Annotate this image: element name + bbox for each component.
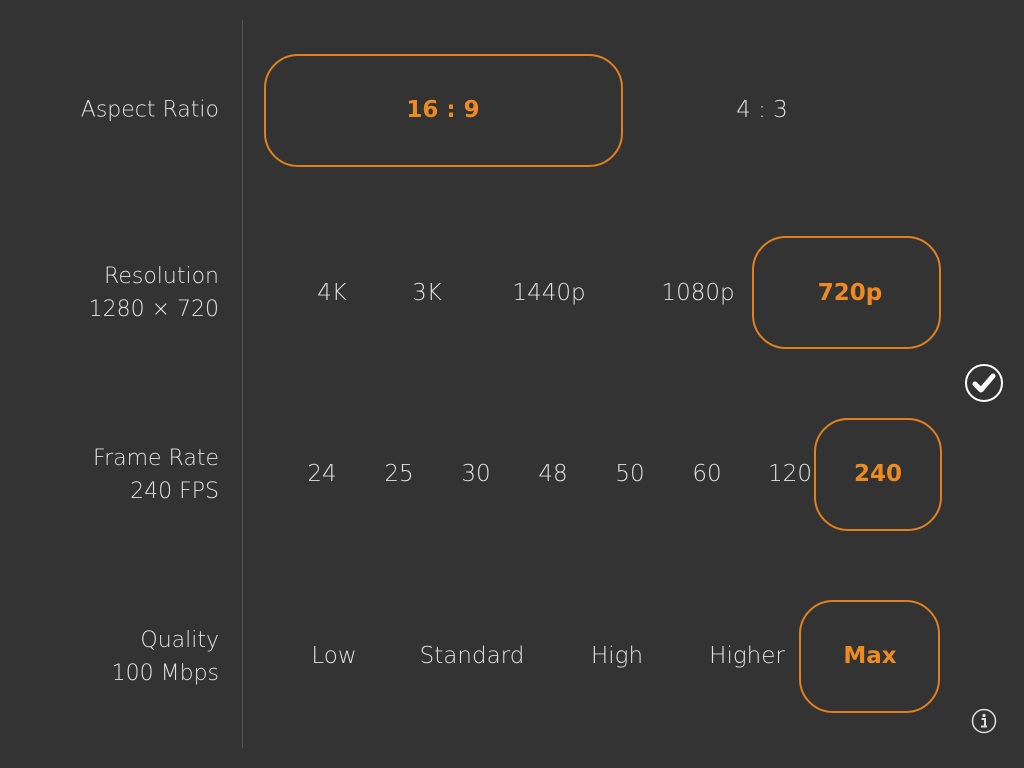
resolution-option-3k[interactable]: 3K xyxy=(412,280,442,306)
divider xyxy=(242,20,243,748)
quality-label: Quality 100 Mbps xyxy=(112,624,219,690)
resolution-option-1080p[interactable]: 1080p xyxy=(661,280,734,306)
quality-option-higher[interactable]: Higher xyxy=(709,643,785,669)
frame-rate-option-50[interactable]: 50 xyxy=(615,461,644,487)
quality-option-low[interactable]: Low xyxy=(311,643,356,669)
aspect-option-4-3[interactable]: 4 : 3 xyxy=(736,97,788,123)
resolution-option-4k[interactable]: 4K xyxy=(317,280,347,306)
checkmark-circle-icon[interactable] xyxy=(964,363,1004,403)
aspect-ratio-title: Aspect Ratio xyxy=(80,97,219,123)
quality-option-standard[interactable]: Standard xyxy=(420,643,525,669)
frame-rate-title: Frame Rate xyxy=(93,446,219,471)
frame-rate-option-48[interactable]: 48 xyxy=(538,461,567,487)
resolution-option-1440p[interactable]: 1440p xyxy=(512,280,585,306)
resolution-title: Resolution xyxy=(104,264,219,289)
frame-rate-option-25[interactable]: 25 xyxy=(384,461,413,487)
info-icon[interactable] xyxy=(971,708,997,734)
quality-option-high[interactable]: High xyxy=(591,643,643,669)
frame-rate-option-240[interactable]: 240 xyxy=(854,461,902,487)
quality-title: Quality xyxy=(140,628,219,653)
frame-rate-label: Frame Rate 240 FPS xyxy=(93,442,219,508)
frame-rate-option-24[interactable]: 24 xyxy=(307,461,336,487)
frame-rate-value: 240 FPS xyxy=(130,479,219,504)
quality-value: 100 Mbps xyxy=(111,661,219,686)
frame-rate-option-60[interactable]: 60 xyxy=(692,461,721,487)
resolution-label: Resolution 1280 × 720 xyxy=(89,260,219,326)
frame-rate-option-120[interactable]: 120 xyxy=(768,461,812,487)
resolution-value: 1280 × 720 xyxy=(88,297,219,322)
resolution-option-720p[interactable]: 720p xyxy=(818,280,882,306)
frame-rate-option-30[interactable]: 30 xyxy=(461,461,490,487)
aspect-ratio-label: Aspect Ratio xyxy=(81,94,219,127)
aspect-option-16-9[interactable]: 16 : 9 xyxy=(406,97,479,123)
quality-option-max[interactable]: Max xyxy=(843,643,896,669)
